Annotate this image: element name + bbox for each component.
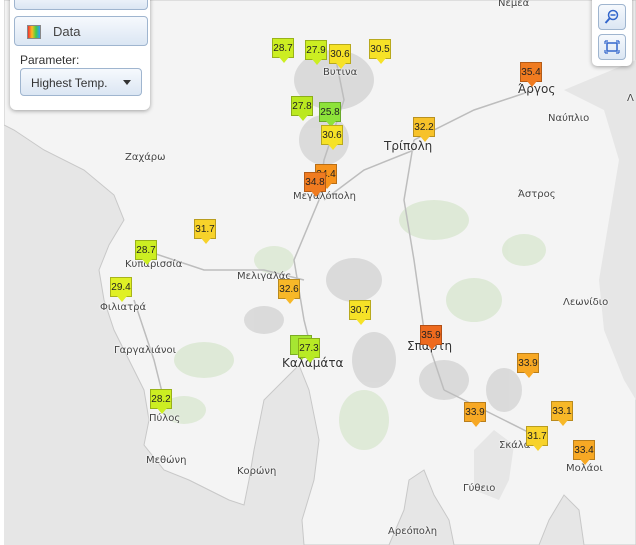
place-label: Νεμέα [498, 0, 530, 9]
temperature-marker[interactable]: 35.4 [520, 62, 542, 87]
temperature-marker[interactable]: 31.7 [526, 426, 548, 451]
temperature-marker[interactable]: 33.4 [573, 440, 595, 465]
full-extent-icon [604, 40, 620, 54]
place-label: Φιλιατρά [100, 302, 147, 313]
place-label: Άστρος [518, 189, 556, 200]
place-label: Ναύπλιο [548, 113, 590, 124]
place-label: Αρεόπολη [388, 526, 438, 537]
temperature-marker[interactable]: 25.8 [319, 102, 341, 127]
chevron-down-icon [123, 80, 131, 85]
map-tools [592, 0, 632, 66]
temperature-marker[interactable]: 33.9 [517, 353, 539, 378]
temperature-marker[interactable]: 27.8 [291, 96, 313, 121]
temperature-marker[interactable]: 31.7 [194, 219, 216, 244]
parameter-select[interactable]: Highest Temp. [20, 68, 142, 96]
zoom-out-button[interactable] [598, 4, 626, 30]
zoom-out-icon [604, 9, 619, 24]
temperature-marker[interactable]: 28.7 [135, 240, 157, 265]
full-extent-button[interactable] [598, 34, 626, 60]
place-label: Λεωνίδιο [563, 297, 609, 308]
place-label: Κορώνη [237, 466, 277, 477]
parameter-select-value: Highest Temp. [31, 76, 108, 90]
temperature-marker[interactable]: 30.6 [321, 125, 343, 150]
parameter-label: Parameter: [20, 53, 80, 67]
temperature-marker[interactable]: 28.2 [150, 389, 172, 414]
temperature-marker[interactable]: 27.9 [305, 40, 327, 65]
temperature-marker[interactable]: 28.7 [272, 38, 294, 63]
place-label: Γαργαλιάνοι [114, 345, 177, 356]
temperature-marker[interactable]: 33.9 [464, 402, 486, 427]
data-icon [27, 25, 41, 39]
data-button[interactable]: Data [14, 16, 148, 46]
temperature-marker[interactable]: 30.6 [329, 44, 351, 69]
place-label: Μεθώνη [146, 455, 187, 466]
temperature-marker[interactable]: 29.4 [110, 277, 132, 302]
place-label: Ζαχάρω [125, 152, 166, 163]
temperature-marker[interactable]: 30.7 [349, 300, 371, 325]
temperature-marker[interactable]: 27.3 [298, 338, 320, 363]
place-label: Πύλος [149, 413, 181, 424]
control-panel: Data Parameter: Highest Temp. [10, 0, 150, 110]
place-label: Γύθειο [463, 483, 496, 494]
temperature-marker[interactable]: 30.5 [369, 39, 391, 64]
panel-top-button[interactable] [14, 0, 148, 10]
temperature-marker[interactable]: 33.1 [551, 401, 573, 426]
temperature-marker[interactable]: 32.2 [413, 117, 435, 142]
place-label: Λ [627, 93, 634, 104]
temperature-marker[interactable]: 32.6 [278, 279, 300, 304]
data-button-label: Data [53, 24, 81, 39]
temperature-marker[interactable]: 34.8 [304, 172, 326, 197]
temperature-marker[interactable]: 35.9 [420, 325, 442, 350]
